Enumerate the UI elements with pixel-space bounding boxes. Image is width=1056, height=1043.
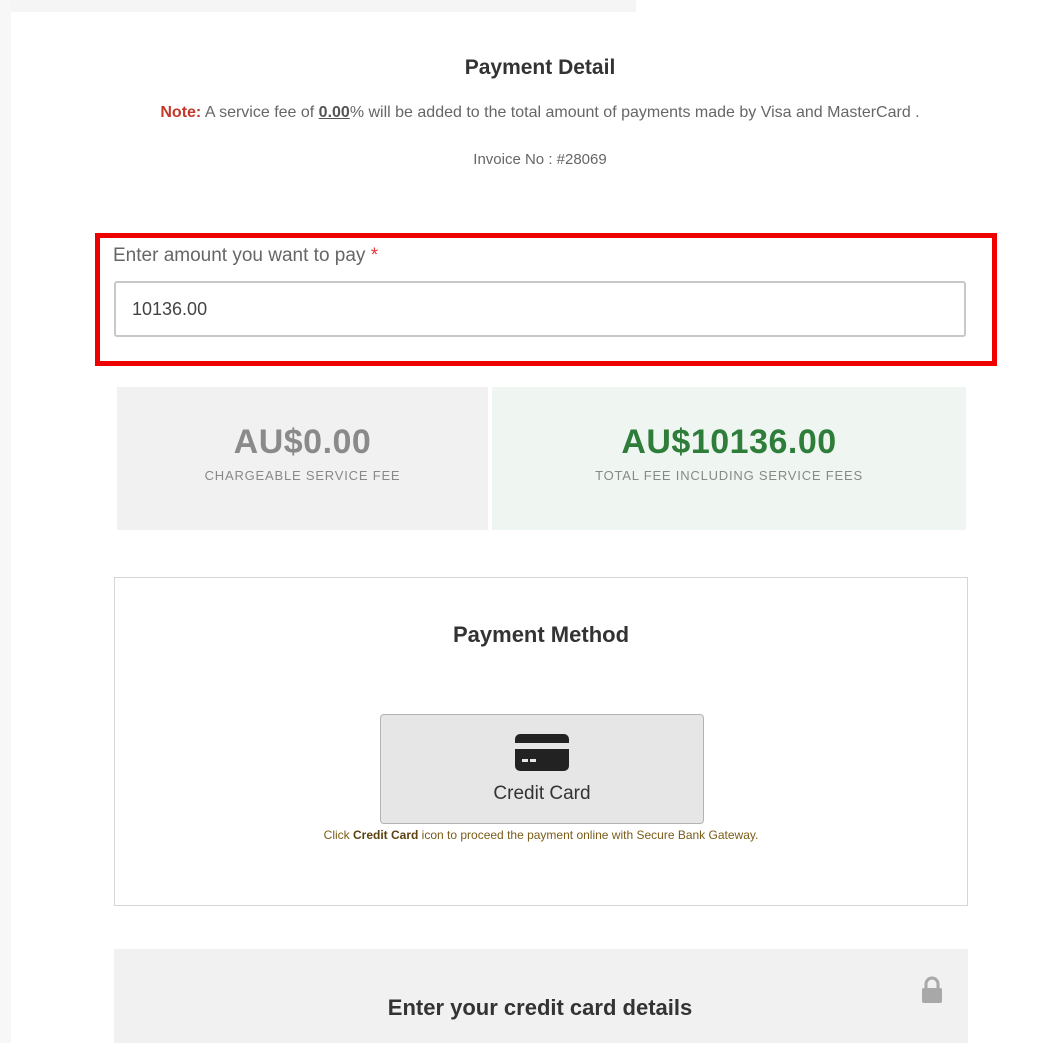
hint-bold: Credit Card xyxy=(353,828,419,842)
total-fee-value: AU$10136.00 xyxy=(621,423,837,461)
hint-prefix: Click xyxy=(323,828,353,842)
credit-card-button[interactable]: Credit Card xyxy=(380,714,704,824)
page-title: Payment Detail xyxy=(464,56,616,79)
amount-input[interactable] xyxy=(114,281,966,337)
hint-suffix: icon to proceed the payment online with … xyxy=(418,828,759,842)
note-label: Note: xyxy=(160,104,202,121)
total-fee-caption: TOTAL FEE INCLUDING SERVICE FEES xyxy=(595,468,863,483)
service-fee-note: Note: A service fee of 0.00% will be add… xyxy=(0,104,1056,122)
service-fee-percent: 0.00 xyxy=(318,104,350,121)
total-fee-box: AU$10136.00 TOTAL FEE INCLUDING SERVICE … xyxy=(492,387,966,530)
service-fee-box: AU$0.00 CHARGEABLE SERVICE FEE xyxy=(117,387,488,530)
lock-icon xyxy=(922,976,942,1003)
credit-card-hint: Click Credit Card icon to proceed the pa… xyxy=(115,828,967,842)
credit-card-icon xyxy=(515,734,569,771)
invoice-number: Invoice No : #28069 xyxy=(473,151,607,168)
page-top-edge xyxy=(11,0,636,12)
amount-label: Enter amount you want to pay * xyxy=(113,245,378,267)
credit-card-label: Credit Card xyxy=(493,783,591,804)
card-details-title: Enter your credit card details xyxy=(387,995,693,1020)
service-fee-value: AU$0.00 xyxy=(233,423,372,461)
card-details-panel: Enter your credit card details xyxy=(114,949,968,1043)
note-suffix: % will be added to the total amount of p… xyxy=(349,104,920,121)
payment-method-panel: Payment Method Credit Card Click Credit … xyxy=(114,577,968,906)
required-mark: * xyxy=(370,245,379,266)
amount-label-text: Enter amount you want to pay xyxy=(113,245,366,266)
service-fee-caption: CHARGEABLE SERVICE FEE xyxy=(204,468,401,483)
payment-method-title: Payment Method xyxy=(452,622,630,647)
note-prefix: A service fee of xyxy=(201,104,319,121)
